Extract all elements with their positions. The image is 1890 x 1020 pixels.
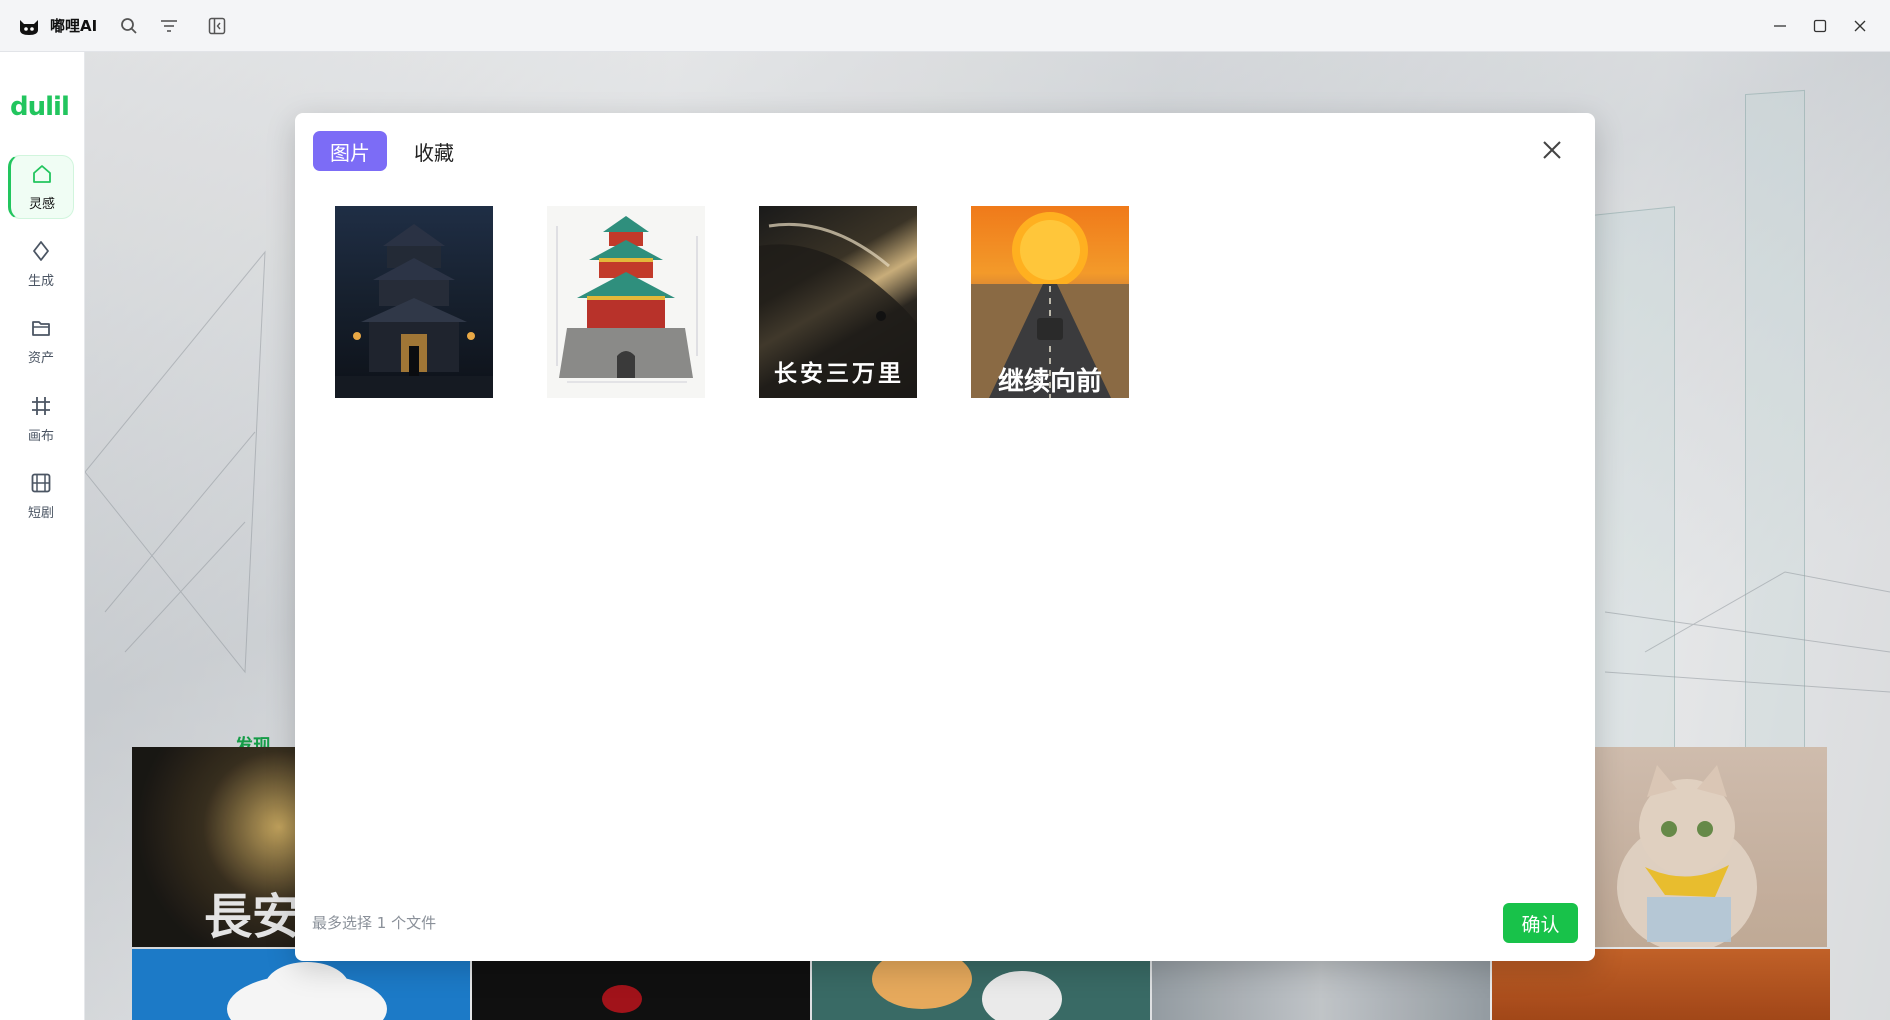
brand-logo: dulil <box>10 92 70 122</box>
app-name: 嘟哩AI <box>50 17 98 35</box>
close-icon[interactable] <box>1537 135 1567 165</box>
sidebar-item-label: 灵感 <box>28 196 55 212</box>
poster-caption: 长安三万里 <box>774 360 904 387</box>
canvas-grid-icon <box>30 395 52 421</box>
window-controls <box>1760 0 1890 52</box>
dark-temple-image[interactable] <box>335 206 493 398</box>
tab-favorites[interactable]: 收藏 <box>397 131 471 171</box>
search-icon[interactable] <box>115 12 143 40</box>
sidebar-item-generate[interactable]: 生成 <box>8 232 74 296</box>
sidebar-item-label: 生成 <box>27 273 54 289</box>
tab-images[interactable]: 图片 <box>313 131 387 171</box>
sidebar-item-inspiration[interactable]: 灵感 <box>8 155 74 219</box>
poster-caption: 继续向前 <box>997 367 1102 397</box>
sparkle-icon <box>30 240 52 266</box>
sidebar-item-label: 资产 <box>27 350 54 366</box>
cat-logo-icon <box>16 13 42 39</box>
home-icon <box>31 163 53 189</box>
modal-tabs: 图片 收藏 <box>313 131 471 171</box>
sidebar-item-short-drama[interactable]: 短剧 <box>8 464 74 528</box>
minimize-icon[interactable] <box>1760 6 1800 46</box>
temple-illustration <box>335 224 493 398</box>
sunset-road-image[interactable]: 继续向前 <box>971 206 1129 398</box>
title-bar: 嘟哩AI <box>0 0 1890 52</box>
sidebar: dulil 灵感 生成 资产 画布 短剧 <box>0 52 85 1020</box>
sidebar-toggle-icon[interactable] <box>203 12 231 40</box>
filter-icon[interactable] <box>155 12 183 40</box>
pagoda-blueprint-image[interactable] <box>547 206 705 398</box>
pagoda-illustration <box>556 216 698 383</box>
folder-icon <box>30 317 52 343</box>
image-picker-modal: 图片 收藏 长安三万里 继续向前 最多选择 1 个文件 确认 <box>295 113 1595 961</box>
sidebar-item-label: 画布 <box>27 428 54 444</box>
confirm-button[interactable]: 确认 <box>1503 903 1578 943</box>
close-window-icon[interactable] <box>1840 6 1880 46</box>
maximize-icon[interactable] <box>1800 6 1840 46</box>
film-icon <box>30 472 52 498</box>
sidebar-item-label: 短剧 <box>27 505 54 521</box>
changan-poster-image[interactable]: 长安三万里 <box>759 206 917 398</box>
sidebar-item-assets[interactable]: 资产 <box>8 309 74 373</box>
image-grid: 长安三万里 继续向前 <box>335 206 1129 398</box>
sidebar-item-canvas[interactable]: 画布 <box>8 387 74 451</box>
selection-limit-hint: 最多选择 1 个文件 <box>312 914 437 932</box>
